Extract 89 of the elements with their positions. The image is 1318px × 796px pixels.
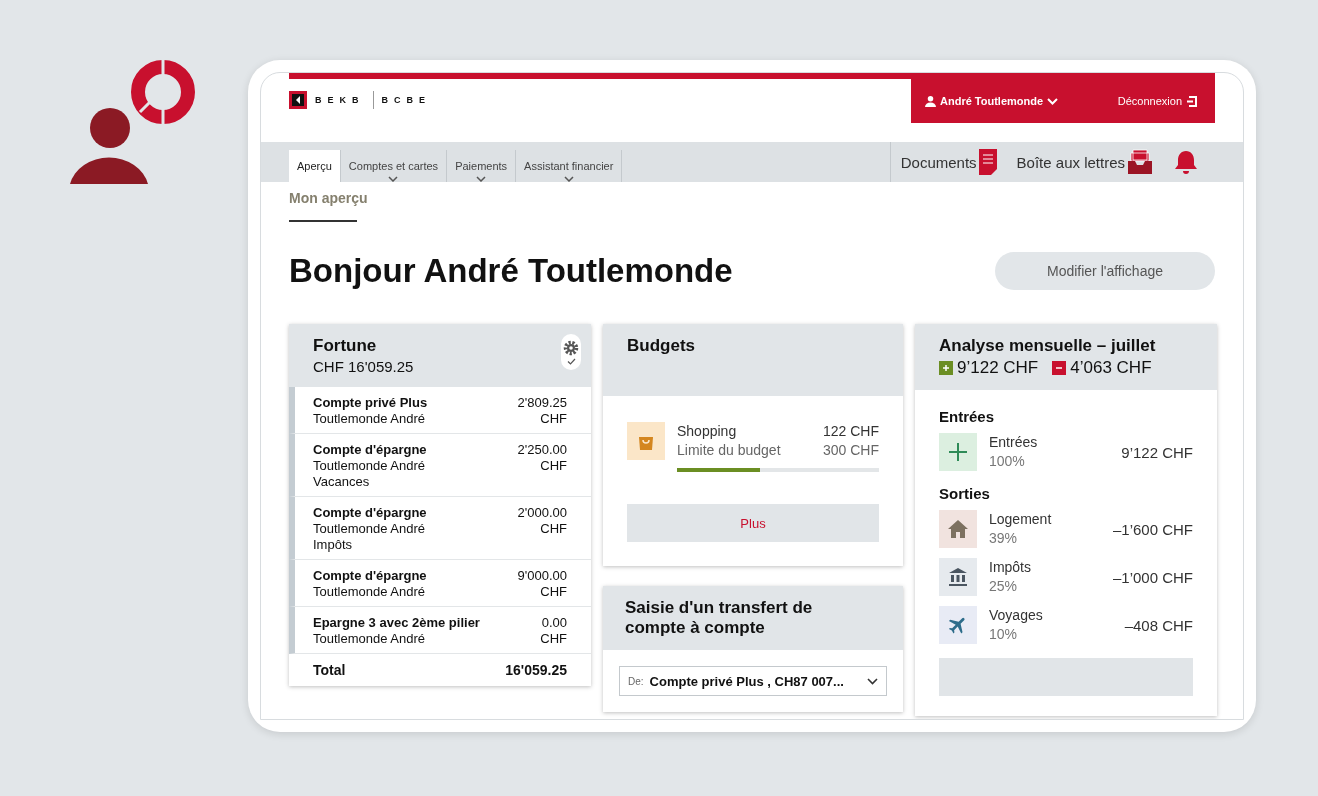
- document-icon: [978, 149, 997, 175]
- category-name: Logement: [989, 510, 1053, 529]
- account-name: Compte d'épargne: [313, 505, 427, 521]
- account-note: Impôts: [313, 537, 353, 553]
- account-currency: CHF: [540, 631, 567, 647]
- settings-button[interactable]: [561, 334, 581, 370]
- account-name: Compte privé Plus: [313, 395, 428, 411]
- section-heading: Entrées: [939, 408, 996, 425]
- logo-text: BEKB: [315, 95, 365, 105]
- account-currency: CHF: [539, 458, 567, 474]
- account-balance: 2'250.00: [517, 442, 567, 458]
- greeting-heading: Bonjour André Toutlemonde: [289, 252, 733, 290]
- budget-spent: 122 CHF: [822, 422, 879, 441]
- mail-tray-icon: [1127, 149, 1153, 175]
- account-owner: Toutlemonde André: [313, 584, 427, 600]
- bank-logo-icon: [289, 91, 307, 109]
- chevron-down-icon: [388, 176, 399, 182]
- account-row[interactable]: Compte d'épargne Toutlemonde André Impôts 2'000.00 CHF: [289, 497, 591, 560]
- category-name: Voyages: [989, 606, 1044, 625]
- more-button[interactable]: Plus: [627, 504, 879, 542]
- category-amount: –1’000 CHF: [1112, 568, 1193, 586]
- budget-limit: 300 CHF: [822, 441, 879, 460]
- nav-tab[interactable]: Comptes et cartes: [340, 150, 448, 182]
- card-title: Budgets: [627, 336, 696, 356]
- nav-link[interactable]: Documents: [889, 142, 1007, 182]
- nav-link[interactable]: Boîte aux lettres: [1006, 142, 1163, 182]
- minus-icon: [1052, 361, 1067, 375]
- category-share: 10%: [989, 625, 1019, 644]
- checkmark-icon: [566, 357, 576, 365]
- account-owner: Toutlemonde André: [313, 631, 427, 647]
- chevron-down-icon: [476, 176, 487, 182]
- account-balance: 2'000.00: [517, 505, 567, 521]
- category-name: Entrées: [989, 433, 1039, 452]
- account-currency: CHF: [539, 584, 567, 600]
- chevron-down-icon: [1047, 97, 1059, 105]
- chevron-down-icon: [867, 677, 878, 685]
- account-currency: CHF: [539, 411, 567, 427]
- account-owner: Toutlemonde André: [313, 458, 427, 474]
- nav-tab[interactable]: Aperçu: [289, 150, 341, 182]
- account-balance: 0.00: [540, 615, 567, 631]
- logo-text: BCBE: [381, 95, 432, 105]
- income-total: 9’122 CHF: [957, 358, 1039, 378]
- card-title: Saisie d'un transfert de compte à compte: [625, 598, 814, 638]
- page-breadcrumb: Mon aperçu: [289, 190, 368, 206]
- total-amount: 16'059.25: [505, 662, 567, 678]
- account-name: Compte d'épargne: [313, 442, 427, 458]
- section-heading: Sorties: [939, 485, 991, 502]
- card-title: Fortune: [313, 336, 378, 356]
- account-name: Compte d'épargne: [313, 568, 427, 584]
- edit-view-button[interactable]: Modifier l'affichage: [995, 252, 1215, 290]
- expense-total: 4’063 CHF: [1070, 358, 1152, 378]
- nav-tab[interactable]: Paiements: [447, 150, 517, 182]
- account-row[interactable]: Compte d'épargne Toutlemonde André Vacances 2'250.00 CHF: [289, 434, 591, 497]
- category-amount: –1’600 CHF: [1112, 520, 1193, 538]
- user-menu-button[interactable]: André Toutlemonde: [919, 94, 1065, 108]
- account-currency: CHF: [539, 521, 567, 537]
- account-row[interactable]: Epargne 3 avec 2ème pilier Toutlemonde André 0.00 CHF: [289, 607, 591, 654]
- budget-limit-label: Limite du budget: [677, 441, 781, 460]
- account-balance: 2'809.25: [517, 395, 567, 411]
- budget-name: Shopping: [677, 422, 737, 441]
- category-amount: 9’122 CHF: [1121, 443, 1193, 461]
- bank-icon: [948, 567, 968, 587]
- settings-icon: [563, 339, 579, 356]
- total-label: Total: [313, 662, 346, 678]
- account-row[interactable]: Compte privé Plus Toutlemonde André 2'809.25 CHF: [289, 387, 591, 434]
- category-name: Impôts: [989, 558, 1032, 577]
- house-icon: [948, 520, 968, 538]
- category-share: 39%: [989, 529, 1019, 548]
- category-amount: –408 CHF: [1124, 616, 1193, 634]
- logout-button[interactable]: Déconnexion: [1111, 94, 1203, 108]
- plus-icon: [948, 442, 968, 462]
- account-balance: 9'000.00: [517, 568, 567, 584]
- exit-icon: [1186, 95, 1197, 107]
- account-owner: Toutlemonde André: [313, 521, 427, 537]
- account-name: Epargne 3 avec 2ème pilier: [313, 615, 480, 631]
- bell-icon: [1173, 149, 1199, 175]
- account-row[interactable]: Compte d'épargne Toutlemonde André 9'000.00 CHF: [289, 560, 591, 607]
- from-account-select[interactable]: De: Compte privé Plus , CH87 007...: [619, 666, 887, 696]
- category-share: 25%: [989, 577, 1019, 596]
- nav-tab[interactable]: Assistant financier: [516, 150, 623, 182]
- category-share: 100%: [989, 452, 1026, 471]
- card-title: Analyse mensuelle – juillet: [939, 336, 1157, 356]
- plus-icon: [939, 361, 953, 375]
- person-icon: [925, 95, 936, 107]
- account-note: Vacances: [313, 474, 371, 490]
- chevron-down-icon: [563, 176, 574, 182]
- wealth-total: CHF 16'059.25: [313, 358, 415, 375]
- account-owner: Toutlemonde André: [313, 411, 427, 427]
- shopping-bag-icon: [627, 422, 665, 460]
